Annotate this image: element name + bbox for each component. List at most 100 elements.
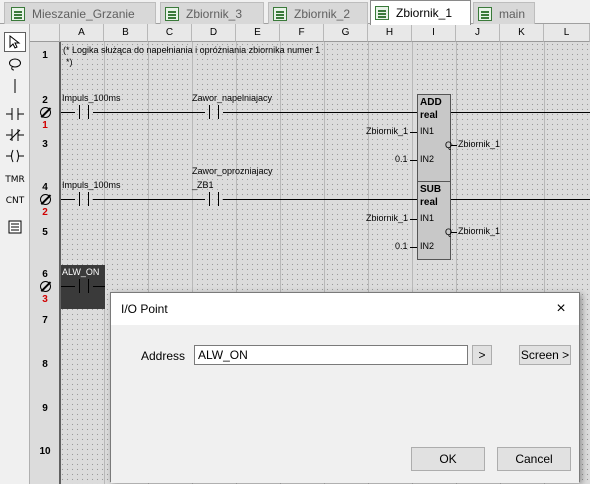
input-pin-label: IN1 — [420, 126, 435, 136]
contact-label[interactable]: Zawor_napelniajacy — [192, 93, 272, 103]
pin-wire — [451, 145, 457, 146]
tab-zbiornik-2[interactable]: Zbiornik_2 — [268, 2, 368, 24]
row-number: 3 — [42, 139, 48, 150]
tab-bar: Mieszanie_Grzanie Zbiornik_3 Zbiornik_2 … — [0, 0, 590, 25]
screen-button[interactable]: Screen > — [519, 345, 571, 365]
input-pin-label: IN1 — [420, 213, 435, 223]
sub-function-block[interactable]: SUB real IN1 Q IN2 — [417, 181, 452, 260]
no-contact[interactable] — [205, 192, 223, 206]
column-header-e: E — [236, 24, 280, 42]
tab-main[interactable]: main — [473, 2, 535, 24]
ladder-toolbar: TMR CNT — [0, 24, 30, 484]
row-number: 8 — [42, 359, 48, 370]
arrow-cursor-icon — [9, 35, 21, 49]
column-header-h: H — [368, 24, 412, 42]
rung-enable-icon[interactable] — [40, 194, 51, 205]
contact-label[interactable]: Impuls_100ms — [62, 93, 121, 103]
pin-wire — [410, 160, 417, 161]
rung-comment-line2[interactable]: *) — [66, 57, 73, 67]
tab-mieszanie-grzanie[interactable]: Mieszanie_Grzanie — [4, 2, 156, 24]
tab-zbiornik-1[interactable]: Zbiornik_1 — [370, 0, 471, 25]
block-output-var[interactable]: Zbiornik_1 — [458, 139, 500, 149]
timer-tool[interactable]: TMR — [4, 170, 26, 190]
list-icon — [8, 220, 22, 234]
input-pin-label: IN2 — [420, 154, 435, 164]
rung-wire — [61, 112, 75, 113]
coil-tool[interactable] — [4, 146, 26, 166]
counter-tool-label: CNT — [5, 196, 25, 206]
ladder-file-icon — [375, 6, 389, 20]
cancel-button[interactable]: Cancel — [497, 447, 571, 471]
column-header-c: C — [148, 24, 192, 42]
contact-label[interactable]: Impuls_100ms — [62, 180, 121, 190]
row-number: 4 — [42, 182, 48, 193]
rung-enable-icon[interactable] — [40, 107, 51, 118]
rung-wire — [61, 199, 75, 200]
row-number: 6 — [42, 269, 48, 280]
rung-enable-icon[interactable] — [40, 281, 51, 292]
timer-tool-label: TMR — [5, 175, 25, 185]
pin-wire — [410, 247, 417, 248]
tab-zbiornik-3[interactable]: Zbiornik_3 — [160, 2, 264, 24]
column-header-b: B — [104, 24, 148, 42]
vertical-line-tool[interactable] — [4, 76, 26, 96]
rung-wire — [93, 286, 105, 287]
lasso-icon — [9, 58, 21, 71]
io-point-dialog: I/O Point × Address > Screen > OK Cancel — [110, 292, 580, 483]
no-contact[interactable] — [75, 105, 93, 119]
row-number: 10 — [39, 446, 51, 457]
vertical-line-icon — [14, 79, 16, 93]
rung-wire — [93, 112, 205, 113]
lasso-tool[interactable] — [4, 54, 26, 74]
tab-label: Mieszanie_Grzanie — [32, 6, 135, 21]
block-input-var[interactable]: 0.1 — [395, 241, 408, 251]
ok-button[interactable]: OK — [411, 447, 485, 471]
rung-number: 1 — [42, 120, 48, 131]
grid-line — [104, 42, 105, 484]
no-contact[interactable] — [75, 192, 93, 206]
ladder-file-icon — [478, 6, 492, 21]
contact-label[interactable]: _ZB1 — [192, 180, 214, 190]
select-arrow-tool[interactable] — [4, 32, 26, 52]
rung-wire — [61, 286, 75, 287]
counter-tool[interactable]: CNT — [4, 191, 26, 211]
pin-wire — [410, 132, 417, 133]
no-contact[interactable] — [205, 105, 223, 119]
coil-icon — [6, 149, 24, 163]
input-pin-label: IN2 — [420, 241, 435, 251]
column-header-g: G — [324, 24, 368, 42]
block-input-var[interactable]: 0.1 — [395, 154, 408, 164]
block-type: real — [420, 197, 438, 208]
block-input-var[interactable]: Zbiornik_1 — [366, 126, 408, 136]
tab-label: Zbiornik_2 — [294, 6, 351, 21]
row-number: 1 — [42, 50, 48, 61]
browse-button[interactable]: > — [472, 345, 492, 365]
rung-wire — [223, 199, 418, 200]
rung-wire — [223, 112, 418, 113]
block-output-var[interactable]: Zbiornik_1 — [458, 226, 500, 236]
no-contact[interactable] — [75, 279, 93, 293]
rung-number: 2 — [42, 207, 48, 218]
function-list-tool[interactable] — [4, 217, 26, 237]
column-header-f: F — [280, 24, 324, 42]
block-operation: SUB — [420, 184, 442, 195]
no-contact-icon — [6, 108, 24, 120]
rung-comment-line1[interactable]: (* Logika służąca do napełniania i opróż… — [63, 45, 320, 55]
column-header-a: A — [60, 24, 104, 42]
no-contact-tool[interactable] — [4, 104, 26, 124]
dialog-titlebar[interactable]: I/O Point × — [111, 293, 579, 325]
contact-label[interactable]: Zawor_oprozniajacy — [192, 166, 273, 176]
dialog-title: I/O Point — [121, 302, 168, 316]
block-input-var[interactable]: Zbiornik_1 — [366, 213, 408, 223]
address-input[interactable] — [194, 345, 468, 365]
power-rail — [59, 42, 61, 484]
pin-wire — [451, 232, 457, 233]
dialog-body: Address > Screen > OK Cancel — [111, 325, 579, 483]
nc-contact-tool[interactable] — [4, 125, 26, 145]
add-function-block[interactable]: ADD real IN1 Q IN2 — [417, 94, 452, 188]
close-icon[interactable]: × — [551, 299, 571, 319]
rung-number: 3 — [42, 294, 48, 305]
rung-wire — [451, 199, 590, 200]
nc-contact-icon — [6, 129, 24, 141]
column-header-l: L — [544, 24, 590, 42]
